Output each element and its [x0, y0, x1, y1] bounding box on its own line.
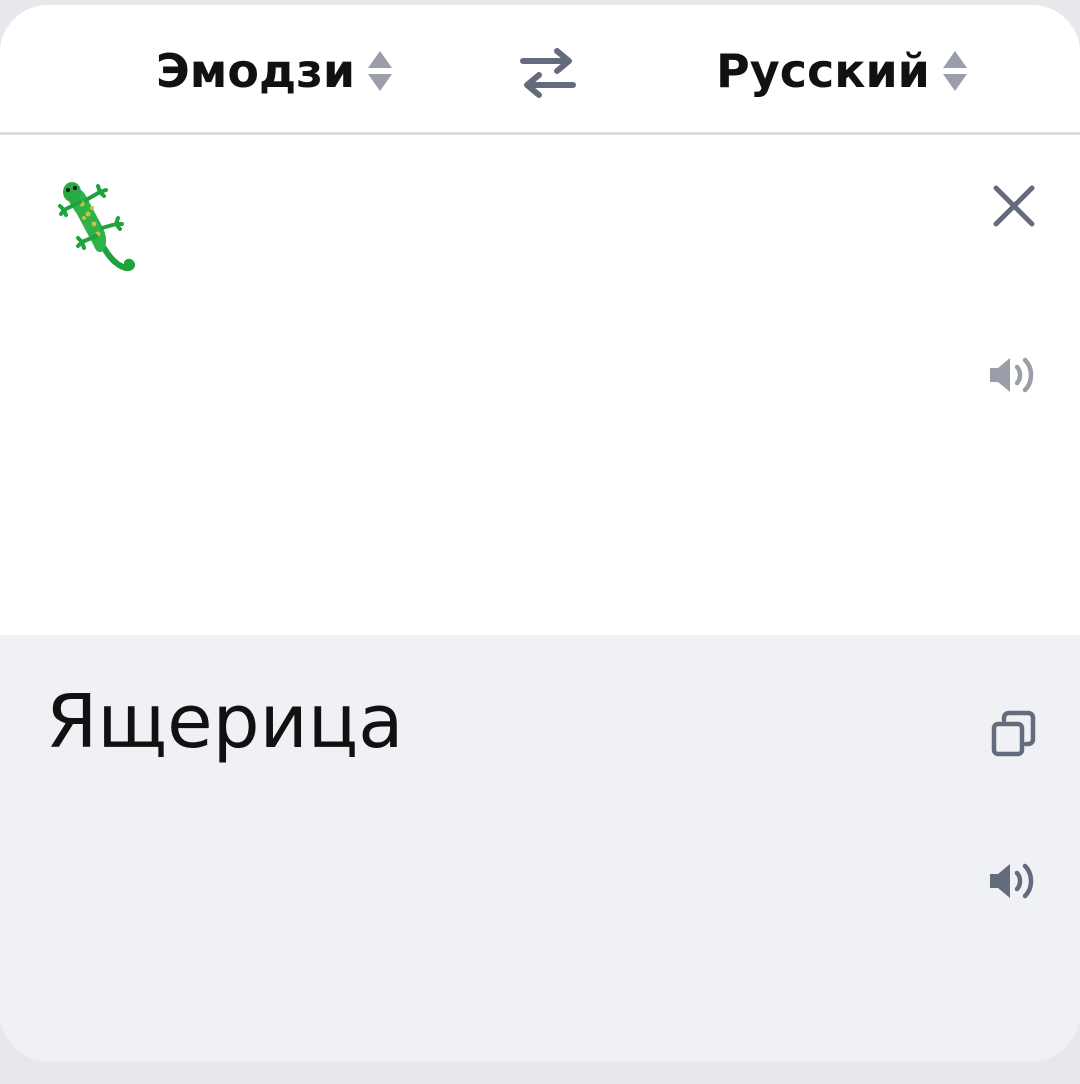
translation-text: Ящерица — [46, 679, 404, 765]
close-icon[interactable] — [988, 180, 1040, 232]
sort-arrows-icon — [368, 51, 393, 91]
lizard-emoji-icon — [58, 182, 136, 272]
source-language-selector[interactable]: Эмодзи — [156, 41, 393, 101]
target-language-label: Русский — [716, 44, 930, 98]
source-text-area[interactable] — [0, 138, 1080, 635]
speaker-icon[interactable] — [986, 350, 1042, 400]
speaker-icon[interactable] — [986, 856, 1042, 906]
language-bar: Эмодзи Русский — [0, 5, 1080, 135]
copy-icon[interactable] — [988, 708, 1040, 760]
source-language-label: Эмодзи — [156, 44, 356, 98]
translation-area: Ящерица — [0, 635, 1080, 1061]
sort-arrows-icon — [942, 51, 967, 91]
translator-card: Эмодзи Русский Ящерица — [0, 5, 1080, 1061]
target-language-selector[interactable]: Русский — [716, 41, 968, 101]
swap-languages-icon[interactable] — [519, 47, 577, 99]
